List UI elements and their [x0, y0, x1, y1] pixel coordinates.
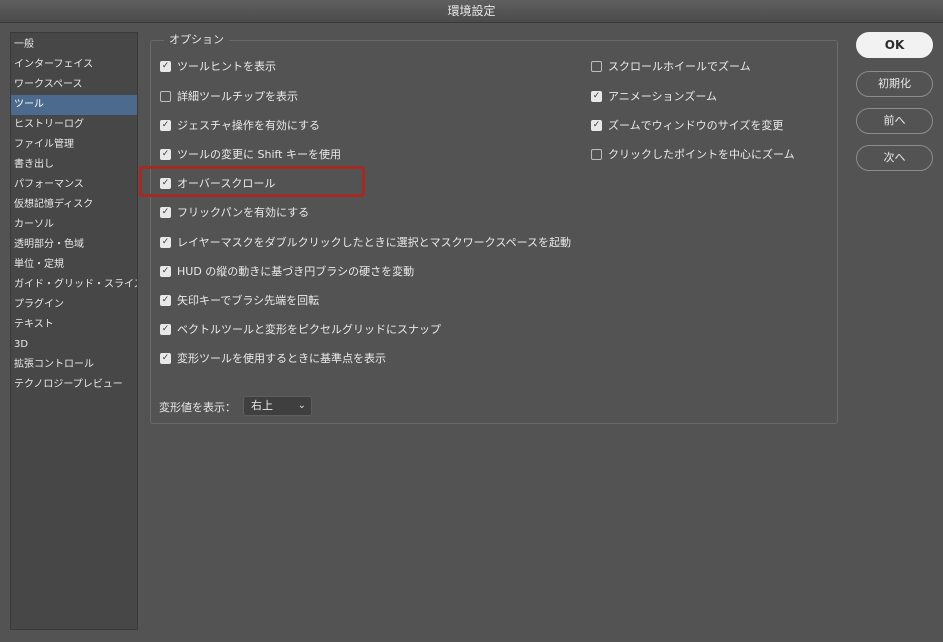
- checkbox-unchecked-icon[interactable]: [591, 148, 602, 160]
- option-arrow-keys-rotate-brush[interactable]: ✓ 矢印キーでブラシ先端を回転: [160, 292, 319, 308]
- option-enable-gestures[interactable]: ✓ ジェスチャ操作を有効にする: [160, 117, 320, 133]
- option-label: ツールヒントを表示: [177, 60, 276, 73]
- select-value: 右上: [251, 399, 273, 412]
- show-transform-values-label: 変形値を表示：: [159, 401, 236, 414]
- ok-button[interactable]: OK: [856, 32, 933, 58]
- sidebar-item-scratch-disks[interactable]: 仮想記憶ディスク: [11, 195, 137, 215]
- sidebar-item-technology-previews[interactable]: テクノロジープレビュー: [11, 375, 137, 395]
- option-label: フリックパンを有効にする: [177, 206, 310, 219]
- checkbox-checked-icon[interactable]: ✓: [160, 323, 171, 335]
- option-label: ジェスチャ操作を有効にする: [177, 119, 320, 132]
- option-zoom-with-scroll-wheel[interactable]: スクロールホイールでズーム: [591, 58, 751, 74]
- option-label: スクロールホイールでズーム: [608, 60, 751, 73]
- checkbox-checked-icon[interactable]: ✓: [160, 148, 171, 160]
- sidebar-item-interface[interactable]: インターフェイス: [11, 55, 137, 75]
- option-show-tooltips[interactable]: ✓ ツールヒントを表示: [160, 58, 276, 74]
- prev-button[interactable]: 前へ: [856, 108, 933, 134]
- option-label: クリックしたポイントを中心にズーム: [608, 148, 795, 161]
- checkbox-checked-icon[interactable]: ✓: [160, 119, 171, 131]
- sidebar-item-workspace[interactable]: ワークスペース: [11, 75, 137, 95]
- checkbox-checked-icon[interactable]: ✓: [591, 119, 602, 131]
- options-group-title: オプション: [164, 33, 229, 47]
- sidebar-item-history-log[interactable]: ヒストリーログ: [11, 115, 137, 135]
- option-snap-to-pixel-grid[interactable]: ✓ ベクトルツールと変形をピクセルグリッドにスナップ: [160, 321, 441, 337]
- sidebar-item-units-rulers[interactable]: 単位・定規: [11, 255, 137, 275]
- sidebar-item-tools[interactable]: ツール: [11, 95, 137, 115]
- sidebar-item-export[interactable]: 書き出し: [11, 155, 137, 175]
- sidebar-item-transparency-gamut[interactable]: 透明部分・色域: [11, 235, 137, 255]
- option-label: 変形ツールを使用するときに基準点を表示: [177, 352, 386, 365]
- checkbox-unchecked-icon[interactable]: [591, 60, 602, 72]
- option-label: HUD の縦の動きに基づき円ブラシの硬さを変動: [177, 265, 415, 278]
- checkbox-checked-icon[interactable]: ✓: [160, 265, 171, 277]
- sidebar-item-guides-grid-slices[interactable]: ガイド・グリッド・スライス: [11, 275, 137, 295]
- option-zoom-resizes-windows[interactable]: ✓ ズームでウィンドウのサイズを変更: [591, 117, 783, 133]
- checkbox-checked-icon[interactable]: ✓: [591, 90, 602, 102]
- option-animated-zoom[interactable]: ✓ アニメーションズーム: [591, 88, 717, 104]
- option-label: レイヤーマスクをダブルクリックしたときに選択とマスクワークスペースを起動: [177, 236, 572, 249]
- option-show-reference-point[interactable]: ✓ 変形ツールを使用するときに基準点を表示: [160, 350, 386, 366]
- reset-button[interactable]: 初期化: [856, 71, 933, 97]
- category-sidebar: 一般 インターフェイス ワークスペース ツール ヒストリーログ ファイル管理 書…: [10, 32, 138, 630]
- sidebar-item-cursors[interactable]: カーソル: [11, 215, 137, 235]
- checkbox-checked-icon[interactable]: ✓: [160, 294, 171, 306]
- option-label: ツールの変更に Shift キーを使用: [177, 148, 341, 161]
- sidebar-item-plugins[interactable]: プラグイン: [11, 295, 137, 315]
- checkbox-checked-icon[interactable]: ✓: [160, 352, 171, 364]
- highlight-box: [139, 166, 365, 197]
- sidebar-item-file-handling[interactable]: ファイル管理: [11, 135, 137, 155]
- option-label: ズームでウィンドウのサイズを変更: [608, 119, 784, 132]
- sidebar-item-type[interactable]: テキスト: [11, 315, 137, 335]
- sidebar-item-enhanced-controls[interactable]: 拡張コントロール: [11, 355, 137, 375]
- option-label: アニメーションズーム: [608, 90, 718, 103]
- option-label: 矢印キーでブラシ先端を回転: [177, 294, 320, 307]
- sidebar-item-3d[interactable]: 3D: [11, 335, 137, 355]
- next-button[interactable]: 次へ: [856, 145, 933, 171]
- sidebar-item-general[interactable]: 一般: [11, 35, 137, 55]
- option-hud-vertical-hardness[interactable]: ✓ HUD の縦の動きに基づき円ブラシの硬さを変動: [160, 263, 414, 279]
- chevron-down-icon: ⌄: [297, 400, 306, 411]
- option-label: ベクトルツールと変形をピクセルグリッドにスナップ: [177, 323, 441, 336]
- checkbox-checked-icon[interactable]: ✓: [160, 206, 171, 218]
- option-enable-flick-panning[interactable]: ✓ フリックパンを有効にする: [160, 204, 309, 220]
- window-title: 環境設定: [0, 0, 943, 23]
- option-show-rich-tooltips[interactable]: 詳細ツールチップを表示: [160, 88, 298, 104]
- option-double-click-mask-select-and-mask[interactable]: ✓ レイヤーマスクをダブルクリックしたときに選択とマスクワークスペースを起動: [160, 234, 571, 250]
- checkbox-unchecked-icon[interactable]: [160, 90, 171, 102]
- show-transform-values-select[interactable]: 右上 ⌄: [243, 396, 312, 416]
- checkbox-checked-icon[interactable]: ✓: [160, 236, 171, 248]
- checkbox-checked-icon[interactable]: ✓: [160, 60, 171, 72]
- sidebar-item-performance[interactable]: パフォーマンス: [11, 175, 137, 195]
- option-label: 詳細ツールチップを表示: [177, 90, 298, 103]
- option-use-shift-for-tool-switch[interactable]: ✓ ツールの変更に Shift キーを使用: [160, 146, 341, 162]
- option-zoom-clicked-point-to-center[interactable]: クリックしたポイントを中心にズーム: [591, 146, 795, 162]
